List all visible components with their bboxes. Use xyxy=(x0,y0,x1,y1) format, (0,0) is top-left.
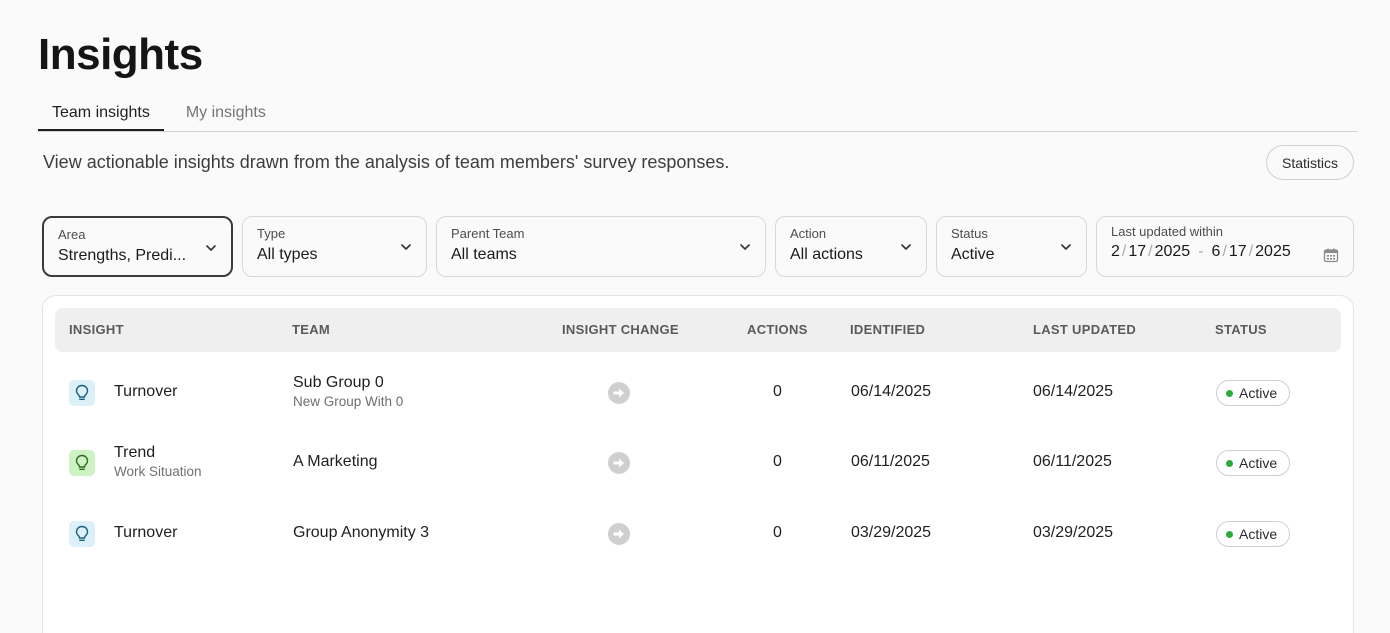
statistics-button[interactable]: Statistics xyxy=(1266,145,1354,180)
chevron-down-icon xyxy=(1061,244,1071,250)
insight-name: Trend xyxy=(114,444,156,461)
identified-date: 06/14/2025 xyxy=(851,383,932,400)
last-updated-date: 06/11/2025 xyxy=(1033,453,1112,470)
lightbulb-icon xyxy=(69,380,95,406)
status-filter[interactable]: Status Active xyxy=(936,216,1087,277)
date-separator: / xyxy=(1148,243,1153,260)
status-filter-label: Status xyxy=(951,226,988,241)
table-row[interactable]: Turnover Group Anonymity 3 0 03/29/2025 … xyxy=(43,498,1355,568)
header-team[interactable]: TEAM xyxy=(292,308,330,352)
parent-team-filter-value: All teams xyxy=(451,246,517,263)
arrow-right-circle-icon xyxy=(608,523,630,545)
action-filter-value: All actions xyxy=(790,246,863,263)
type-filter[interactable]: Type All types xyxy=(242,216,427,277)
team-name: Group Anonymity 3 xyxy=(293,524,430,541)
to-year[interactable]: 2025 xyxy=(1255,243,1291,261)
lightbulb-icon xyxy=(69,521,95,547)
team-parent: New Group With 0 xyxy=(293,394,404,409)
range-separator: - xyxy=(1198,243,1204,260)
area-filter-label: Area xyxy=(58,227,86,242)
table-row[interactable]: Turnover Sub Group 0 New Group With 0 0 … xyxy=(43,358,1355,428)
date-separator: / xyxy=(1248,243,1254,260)
parent-team-filter[interactable]: Parent Team All teams xyxy=(436,216,766,277)
area-filter[interactable]: Area Strengths, Predi... xyxy=(42,216,233,277)
header-actions[interactable]: ACTIONS xyxy=(747,308,808,352)
parent-team-filter-label: Parent Team xyxy=(451,226,525,241)
chevron-down-icon xyxy=(206,245,216,251)
to-day[interactable]: 17 xyxy=(1229,243,1247,261)
status-dot xyxy=(1226,459,1233,467)
actions-count: 0 xyxy=(773,453,782,470)
status-badge: Active xyxy=(1216,380,1290,406)
from-month[interactable]: 2 xyxy=(1111,243,1120,261)
insights-table: INSIGHT TEAM INSIGHT CHANGE ACTIONS IDEN… xyxy=(42,295,1354,633)
table-row[interactable]: Trend Work Situation A Marketing 0 06/11… xyxy=(43,428,1355,498)
header-identified[interactable]: IDENTIFIED xyxy=(850,308,925,352)
lightbulb-icon xyxy=(69,450,95,476)
to-month[interactable]: 6 xyxy=(1212,243,1221,261)
type-filter-value: All types xyxy=(257,246,318,263)
header-last-updated[interactable]: LAST UPDATED xyxy=(1033,308,1136,352)
status-label: Active xyxy=(1239,455,1278,471)
status-dot xyxy=(1226,389,1233,397)
tab-team-insights[interactable]: Team insights xyxy=(38,94,164,131)
action-filter-label: Action xyxy=(790,226,827,241)
date-range: 2 / 17 / 2025 - 6 / 17 / 2025 xyxy=(1111,243,1339,261)
status-dot xyxy=(1226,530,1233,538)
last-updated-filter-label: Last updated within xyxy=(1111,224,1224,239)
status-badge: Active xyxy=(1216,521,1290,547)
area-filter-value: Strengths, Predi... xyxy=(58,247,187,264)
type-filter-label: Type xyxy=(257,226,286,241)
action-filter[interactable]: Action All actions xyxy=(775,216,927,277)
insight-cell: Trend Work Situation xyxy=(114,444,202,479)
insight-subtype: Work Situation xyxy=(114,464,202,479)
date-separator: / xyxy=(1222,243,1227,260)
last-updated-date: 03/29/2025 xyxy=(1033,524,1114,541)
team-name: A Marketing xyxy=(293,453,378,470)
actions-count: 0 xyxy=(773,383,782,400)
identified-date: 03/29/2025 xyxy=(851,524,932,541)
chevron-down-icon xyxy=(901,244,911,250)
team-name: Sub Group 0 xyxy=(293,374,384,391)
tab-my-insights[interactable]: My insights xyxy=(172,94,280,131)
header-insight[interactable]: INSIGHT xyxy=(69,308,124,352)
from-day[interactable]: 17 xyxy=(1128,243,1146,261)
status-badge: Active xyxy=(1216,450,1290,476)
calendar-icon[interactable] xyxy=(1323,247,1339,263)
team-cell: Sub Group 0 New Group With 0 xyxy=(293,374,403,409)
header-insight-change[interactable]: INSIGHT CHANGE xyxy=(562,308,679,352)
last-updated-date: 06/14/2025 xyxy=(1033,383,1114,400)
identified-date: 06/11/2025 xyxy=(851,453,930,470)
actions-count: 0 xyxy=(773,524,782,541)
status-label: Active xyxy=(1239,385,1278,401)
arrow-right-circle-icon xyxy=(608,452,630,474)
insight-name: Turnover xyxy=(114,524,178,541)
status-filter-value: Active xyxy=(951,246,995,263)
table-header: INSIGHT TEAM INSIGHT CHANGE ACTIONS IDEN… xyxy=(55,308,1341,352)
insight-name: Turnover xyxy=(114,383,178,400)
page-description: View actionable insights drawn from the … xyxy=(43,152,730,172)
chevron-down-icon xyxy=(740,244,750,250)
page-title: Insights xyxy=(38,30,203,79)
status-label: Active xyxy=(1239,526,1278,542)
from-year[interactable]: 2025 xyxy=(1155,243,1191,261)
last-updated-filter[interactable]: Last updated within 2 / 17 / 2025 - 6 / … xyxy=(1096,216,1354,277)
chevron-down-icon xyxy=(401,244,411,250)
tab-bar: Team insights My insights xyxy=(38,94,1358,132)
arrow-right-circle-icon xyxy=(608,382,630,404)
header-status[interactable]: STATUS xyxy=(1215,308,1267,352)
date-separator: / xyxy=(1121,243,1127,260)
